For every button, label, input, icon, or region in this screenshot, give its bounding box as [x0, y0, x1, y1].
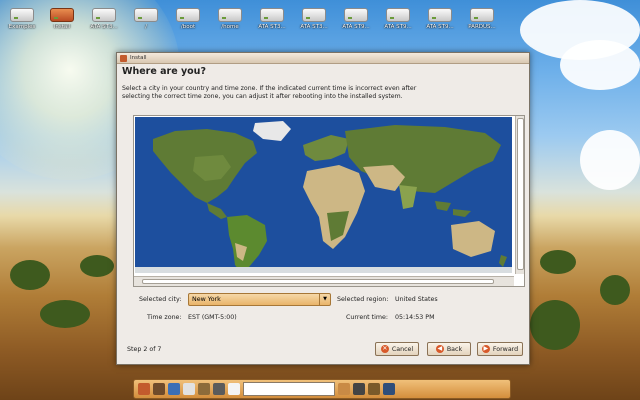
install-app-icon [120, 54, 127, 62]
desktop-icon[interactable]: ATA ST9... [420, 6, 460, 30]
desktop-icon-label: ATA ST9... [384, 24, 412, 30]
desktop-icon[interactable]: ATA ST3... [252, 6, 292, 30]
install-window: Install Where are you? Select a city in … [116, 52, 530, 365]
desktop-icon-label: Install [53, 24, 71, 30]
selected-city-combobox[interactable]: New York ▼ [188, 293, 331, 306]
world-map[interactable] [135, 117, 512, 273]
timezone-label: Time zone: [147, 314, 182, 321]
desktop-icon-label: ATA ST3... [300, 24, 328, 30]
desktop-icon-label: ATA ST3... [258, 24, 286, 30]
back-button[interactable]: ◀ Back [427, 342, 471, 356]
chevron-down-icon[interactable]: ▼ [319, 294, 330, 305]
desktop-icon[interactable]: ATA ST3... [294, 6, 334, 30]
hard-drive-icon [92, 8, 116, 22]
selected-region-value: United States [395, 296, 438, 303]
installer-icon [50, 8, 74, 22]
page-heading: Where are you? [122, 66, 206, 77]
arrow-right-icon: ▶ [481, 345, 490, 353]
desktop-icon-label: Examples [8, 24, 36, 30]
terminal-icon[interactable] [153, 383, 165, 395]
hard-drive-icon [10, 8, 34, 22]
desktop-icon-label: ATA ST9... [426, 24, 454, 30]
arrow-left-icon: ◀ [435, 345, 444, 353]
cancel-icon: ✕ [380, 345, 389, 353]
map-horizontal-scrollbar[interactable] [134, 276, 514, 286]
settings-icon[interactable] [213, 383, 225, 395]
map-horizontal-scroll-thumb[interactable] [142, 279, 494, 284]
back-label: Back [446, 345, 463, 353]
current-time-value: 05:14:53 PM [395, 314, 435, 321]
desktop-icon[interactable]: /boot [168, 6, 208, 30]
selected-city-label: Selected city: [139, 296, 182, 303]
tree [600, 275, 630, 305]
clipboard-icon[interactable] [368, 383, 380, 395]
hard-drive-icon [176, 8, 200, 22]
tree [80, 255, 114, 277]
hard-drive-icon [134, 8, 158, 22]
window-titlebar[interactable]: Install [117, 53, 529, 64]
forward-label: Forward [492, 345, 519, 353]
tree [40, 300, 90, 328]
cancel-button[interactable]: ✕ Cancel [375, 342, 419, 356]
hard-drive-icon [260, 8, 284, 22]
hard-drive-icon [386, 8, 410, 22]
taskbar [133, 379, 511, 399]
desktop-icon[interactable]: PARDUS... [462, 6, 502, 30]
file-manager-icon[interactable] [183, 383, 195, 395]
forward-button[interactable]: ▶ Forward [477, 342, 523, 356]
desktop-icon-label: ATA ST9... [342, 24, 370, 30]
desktop-icon[interactable]: ATA ST9... [336, 6, 376, 30]
desktop-icon[interactable]: ATA ST3... [84, 6, 124, 30]
tree [10, 260, 50, 290]
desktop-icon[interactable]: /home [210, 6, 250, 30]
timezone-map-frame [133, 115, 525, 287]
hard-drive-icon [470, 8, 494, 22]
start-menu-icon[interactable] [138, 383, 150, 395]
hard-drive-icon [218, 8, 242, 22]
desktop-icon-label: /home [221, 24, 239, 30]
cancel-label: Cancel [391, 345, 414, 353]
task-list[interactable] [243, 382, 335, 396]
window-title: Install [130, 55, 147, 61]
hard-drive-icon [344, 8, 368, 22]
selected-region-label: Selected region: [337, 296, 389, 303]
browser-icon[interactable] [168, 383, 180, 395]
speaker-icon[interactable] [353, 383, 365, 395]
desktop-icon[interactable]: Examples [2, 6, 42, 30]
current-time-label: Current time: [346, 314, 388, 321]
timezone-value: EST (GMT-5:00) [188, 314, 237, 321]
window-list-icon[interactable] [228, 383, 240, 395]
desktop-icon-label: /boot [180, 24, 196, 30]
hard-drive-icon [302, 8, 326, 22]
map-vertical-scrollbar[interactable] [515, 116, 524, 274]
page-description: Select a city in your country and time z… [122, 85, 417, 101]
cloud [560, 40, 640, 90]
tree [530, 300, 580, 350]
desktop-icon[interactable]: Install [42, 6, 82, 30]
cloud [580, 130, 640, 190]
desktop-icon[interactable]: ATA ST9... [378, 6, 418, 30]
folder-icon[interactable] [198, 383, 210, 395]
tree [540, 250, 576, 274]
desktop-icon-label: ATA ST3... [90, 24, 118, 30]
desktop-icon[interactable]: / [126, 6, 166, 30]
map-vertical-scroll-thumb[interactable] [517, 118, 524, 270]
hard-drive-icon [428, 8, 452, 22]
network-icon[interactable] [338, 383, 350, 395]
selected-city-value: New York [192, 296, 221, 303]
power-icon[interactable] [383, 383, 395, 395]
step-indicator: Step 2 of 7 [127, 346, 162, 353]
desktop-icon-label: PARDUS... [468, 24, 496, 30]
desktop-icon-label: / [145, 24, 147, 30]
